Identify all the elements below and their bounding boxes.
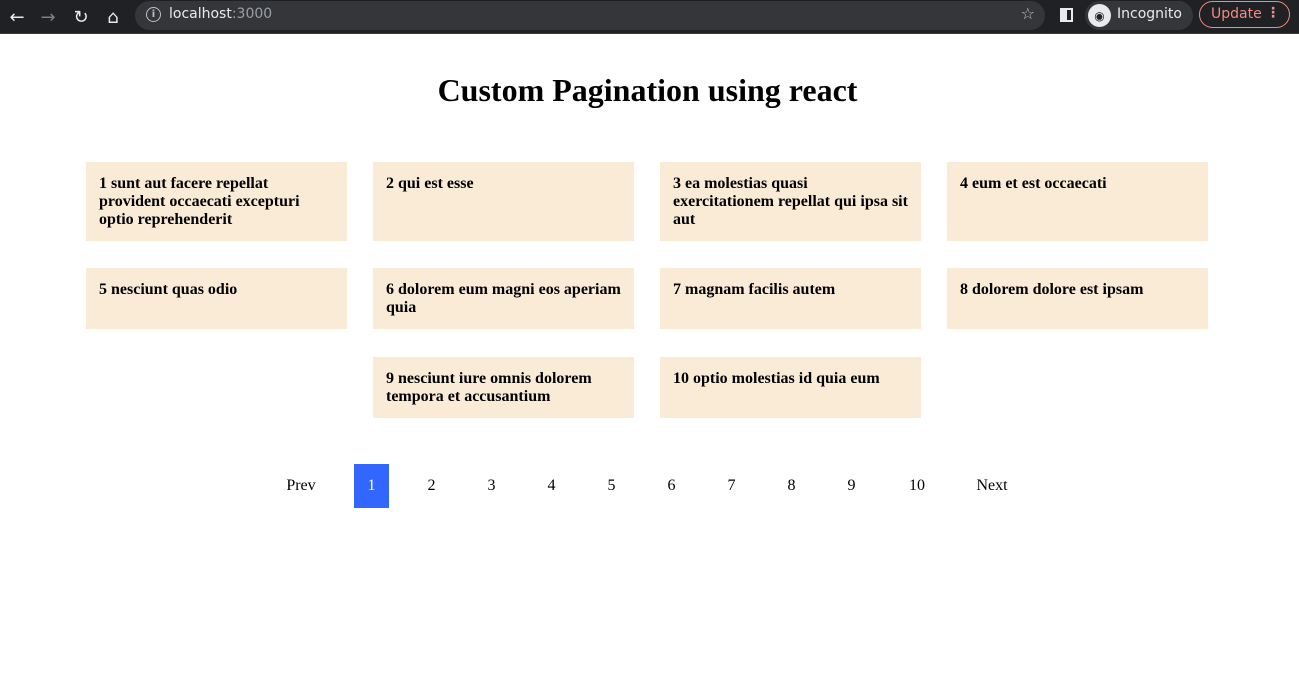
post-card: 8 dolorem dolore est ipsam [947, 268, 1208, 329]
page-button-9[interactable]: 9 [834, 464, 869, 508]
page-button-5[interactable]: 5 [594, 464, 629, 508]
star-icon[interactable]: ☆ [1021, 4, 1035, 23]
update-label: Update [1211, 6, 1262, 22]
arrow-left-icon: ← [9, 6, 25, 28]
post-card: 1 sunt aut facere repellat provident occ… [86, 162, 347, 241]
post-card: 3 ea molestias quasi exercitationem repe… [660, 162, 921, 241]
prev-button[interactable]: Prev [276, 464, 326, 508]
page-title: Custom Pagination using react [437, 72, 858, 108]
incognito-label: Incognito [1117, 6, 1182, 22]
back-button[interactable]: ← [4, 4, 30, 30]
post-card: 7 magnam facilis autem [660, 268, 921, 329]
page-button-8[interactable]: 8 [774, 464, 809, 508]
page-button-4[interactable]: 4 [534, 464, 569, 508]
kebab-menu-icon: ⋮ [1266, 5, 1280, 21]
page-button-2[interactable]: 2 [414, 464, 449, 508]
url-text[interactable]: localhost:3000 [169, 6, 272, 22]
page-button-10[interactable]: 10 [896, 464, 938, 508]
incognito-indicator[interactable]: ◉ Incognito [1085, 1, 1193, 30]
post-card: 10 optio molestias id quia eum [660, 357, 921, 418]
browser-toolbar: ← → ↻ ⌂ i localhost:3000 ☆ ◉ Incognito U… [0, 0, 1299, 34]
arrow-right-icon: → [40, 6, 56, 28]
url-port: :3000 [231, 6, 273, 22]
page-button-7[interactable]: 7 [714, 464, 749, 508]
post-card: 9 nesciunt iure omnis dolorem tempora et… [373, 357, 634, 418]
home-button[interactable]: ⌂ [100, 4, 126, 30]
home-icon: ⌂ [107, 6, 119, 28]
side-panel-icon[interactable] [1060, 8, 1073, 22]
page-button-1[interactable]: 1 [354, 464, 389, 508]
next-button[interactable]: Next [966, 464, 1018, 508]
forward-button[interactable]: → [35, 4, 61, 30]
incognito-icon: ◉ [1088, 4, 1111, 27]
reload-icon: ↻ [73, 6, 89, 28]
address-bar[interactable]: i localhost:3000 ☆ [135, 1, 1045, 30]
update-button[interactable]: Update ⋮ [1199, 1, 1290, 28]
page-button-3[interactable]: 3 [474, 464, 509, 508]
post-card: 6 dolorem eum magni eos aperiam quia [373, 268, 634, 329]
post-card: 5 nesciunt quas odio [86, 268, 347, 329]
url-host: localhost [169, 6, 232, 22]
page-button-6[interactable]: 6 [654, 464, 689, 508]
post-card: 2 qui est esse [373, 162, 634, 241]
post-card: 4 eum et est occaecati [947, 162, 1208, 241]
info-icon[interactable]: i [146, 7, 161, 22]
reload-button[interactable]: ↻ [68, 4, 94, 30]
